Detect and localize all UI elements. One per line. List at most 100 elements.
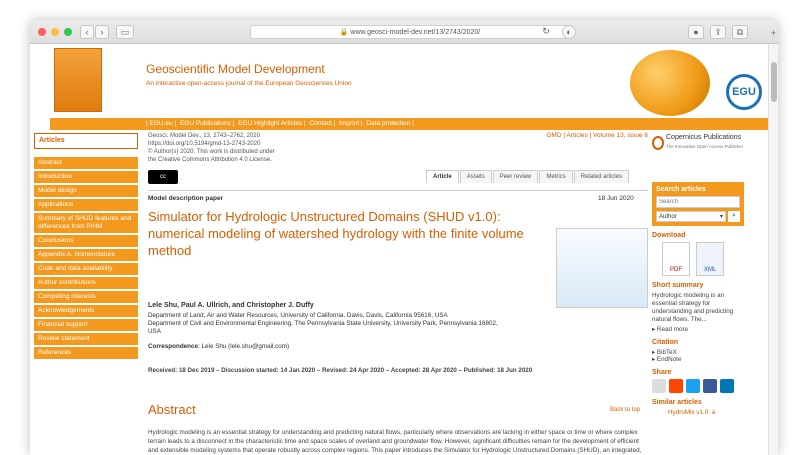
doi-link[interactable]: https://doi.org/10.5194/gmd-13-2743-2020	[148, 140, 648, 148]
short-summary-heading: Short summary	[652, 282, 704, 289]
search-field-select[interactable]: Author ▾	[656, 211, 726, 222]
read-more-link[interactable]: ▸ Read more	[652, 326, 744, 333]
maximize-dot[interactable]	[64, 28, 72, 36]
download-icons: PDF XML	[662, 242, 744, 276]
facebook-icon[interactable]	[703, 379, 717, 393]
egu-logo[interactable]: EGU	[726, 74, 762, 110]
sidebar-item[interactable]: Code and data availability	[34, 263, 138, 275]
sidebar-item[interactable]: Conclusions	[34, 235, 138, 247]
short-summary-text: Hydrologic modeling is an essential stra…	[652, 292, 734, 323]
back-button[interactable]: ‹	[80, 25, 94, 39]
article-date: 18 Jun 2020	[598, 195, 634, 202]
sidebar-item[interactable]: Review statement	[34, 333, 138, 345]
affiliation-2: Department of Civil and Environmental En…	[148, 320, 498, 335]
tab-assets[interactable]: Assets	[459, 170, 492, 183]
search-box: Search articles Author ▾ ⌕	[652, 182, 744, 226]
graphical-abstract-image[interactable]	[556, 228, 648, 308]
share-heading: Share	[652, 369, 672, 376]
similar-article-link[interactable]: HydroMix v1.0: a	[668, 409, 744, 416]
sidebar-item[interactable]: References	[34, 347, 138, 359]
reload-icon[interactable]: ↻	[540, 25, 552, 39]
reddit-icon[interactable]	[669, 379, 683, 393]
sidebar-articles[interactable]: Articles	[34, 133, 138, 149]
sidebar-toggle-icon[interactable]: ▭	[116, 25, 134, 39]
affiliations: Department of Land, Air and Water Resour…	[148, 312, 508, 336]
sidebar-item[interactable]: Appendix A: Nomenclature	[34, 249, 138, 261]
minimize-dot[interactable]	[51, 28, 59, 36]
journal-cover-image[interactable]	[54, 48, 102, 112]
share-icon[interactable]: ⇪	[710, 25, 726, 39]
chevron-down-icon: ▾	[719, 214, 723, 220]
pdf-icon[interactable]: PDF	[662, 242, 690, 276]
tabs-icon[interactable]: ⧉	[732, 25, 748, 39]
back-to-top-link[interactable]: Back to top	[610, 407, 640, 413]
right-column: Copernicus Publications The Innovative O…	[652, 132, 744, 416]
endnote-link[interactable]: ▸ EndNote	[652, 356, 744, 363]
tab-related[interactable]: Related articles	[573, 170, 630, 183]
sidebar: Articles Abstract Introduction Model des…	[34, 133, 138, 361]
xml-icon[interactable]: XML	[696, 242, 724, 276]
tab-peer-review[interactable]: Peer review	[492, 170, 539, 183]
issue-info[interactable]: GMD | Articles | Volume 13, issue 6	[546, 132, 648, 139]
sidebar-item[interactable]: Financial support	[34, 319, 138, 331]
sidebar-item[interactable]: Model design	[34, 185, 138, 197]
menu-data-protection[interactable]: Data protection |	[366, 120, 414, 127]
search-input[interactable]	[656, 196, 740, 208]
abstract-heading: Abstract	[148, 402, 196, 417]
correspondence-label: Correspondence	[148, 343, 199, 350]
xml-label: XML	[704, 267, 717, 273]
url-text: www.geosci-model-dev.net/13/2743/2020/	[350, 29, 481, 36]
citation-heading: Citation	[652, 339, 679, 346]
sidebar-item[interactable]: Abstract	[34, 157, 138, 169]
lock-icon: 🔒	[339, 29, 349, 36]
scrollbar[interactable]	[768, 44, 778, 455]
article-title: Simulator for Hydrologic Unstructured Do…	[148, 209, 524, 258]
article-type: Model description paper	[148, 195, 224, 202]
article-main: Geosci. Model Dev., 13, 2743–2762, 2020 …	[148, 132, 648, 454]
cc-license-icon[interactable]: cc	[148, 170, 178, 184]
affiliation-1: Department of Land, Air and Water Resour…	[148, 312, 448, 319]
forward-button[interactable]: ›	[95, 25, 109, 39]
search-heading: Search articles	[656, 186, 706, 193]
menu-egu[interactable]: | EGU.eu |	[146, 120, 176, 127]
globe-logo	[630, 50, 710, 116]
extension-icon[interactable]: ●	[688, 25, 704, 39]
meta-line: the Creative Commons Attribution 4.0 Lic…	[148, 157, 272, 163]
linkedin-icon[interactable]	[720, 379, 734, 393]
authors[interactable]: Lele Shu, Paul A. Ullrich, and Christoph…	[148, 302, 314, 309]
journal-name[interactable]: Geoscientific Model Development	[146, 62, 325, 76]
scroll-thumb[interactable]	[771, 62, 777, 102]
meta-line: © Author(s) 2020. This work is distribut…	[148, 149, 275, 155]
new-tab-icon[interactable]: +	[771, 28, 776, 38]
address-bar[interactable]: 🔒 www.geosci-model-dev.net/13/2743/2020/	[250, 25, 570, 39]
pdf-label: PDF	[670, 267, 682, 273]
sidebar-item[interactable]: Author contributions	[34, 277, 138, 289]
tab-metrics[interactable]: Metrics	[539, 170, 573, 183]
search-icon[interactable]: ⌕	[728, 211, 740, 222]
sidebar-item[interactable]: Competing interests	[34, 291, 138, 303]
mendeley-icon[interactable]	[652, 379, 666, 393]
close-dot[interactable]	[38, 28, 46, 36]
similar-articles-heading: Similar articles	[652, 399, 702, 406]
tab-article[interactable]: Article	[426, 170, 459, 183]
select-value: Author	[659, 214, 677, 220]
browser-toolbar: ‹ › ▭ 🔒 www.geosci-model-dev.net/13/2743…	[30, 20, 778, 44]
menu-imprint[interactable]: Imprint |	[339, 120, 362, 127]
bibtex-link[interactable]: ▸ BibTeX	[652, 349, 744, 356]
sidebar-item[interactable]: Introduction	[34, 171, 138, 183]
copernicus-logo[interactable]: Copernicus Publications The Innovative O…	[652, 132, 744, 156]
menu-contact[interactable]: Contact |	[309, 120, 335, 127]
browser-window: ‹ › ▭ 🔒 www.geosci-model-dev.net/13/2743…	[30, 20, 778, 455]
twitter-icon[interactable]	[686, 379, 700, 393]
top-menu: | EGU.eu | EGU Publications | EGU Highli…	[50, 118, 768, 130]
privacy-icon[interactable]: ◐	[562, 25, 576, 39]
menu-highlights[interactable]: EGU Highlight Articles |	[238, 120, 305, 127]
sidebar-item[interactable]: Acknowledgements	[34, 305, 138, 317]
menu-publications[interactable]: EGU Publications |	[180, 120, 234, 127]
publisher-name: Copernicus Publications	[666, 134, 742, 141]
sidebar-item[interactable]: Applications	[34, 199, 138, 211]
article-dates: Received: 18 Dec 2019 – Discussion start…	[148, 367, 533, 374]
sidebar-item[interactable]: Summary of SHUD features and differences…	[34, 213, 138, 233]
correspondence: Correspondence: Lele Shu (lele.shu@gmail…	[148, 343, 289, 350]
correspondence-email[interactable]: : Lele Shu (lele.shu@gmail.com)	[198, 343, 289, 350]
